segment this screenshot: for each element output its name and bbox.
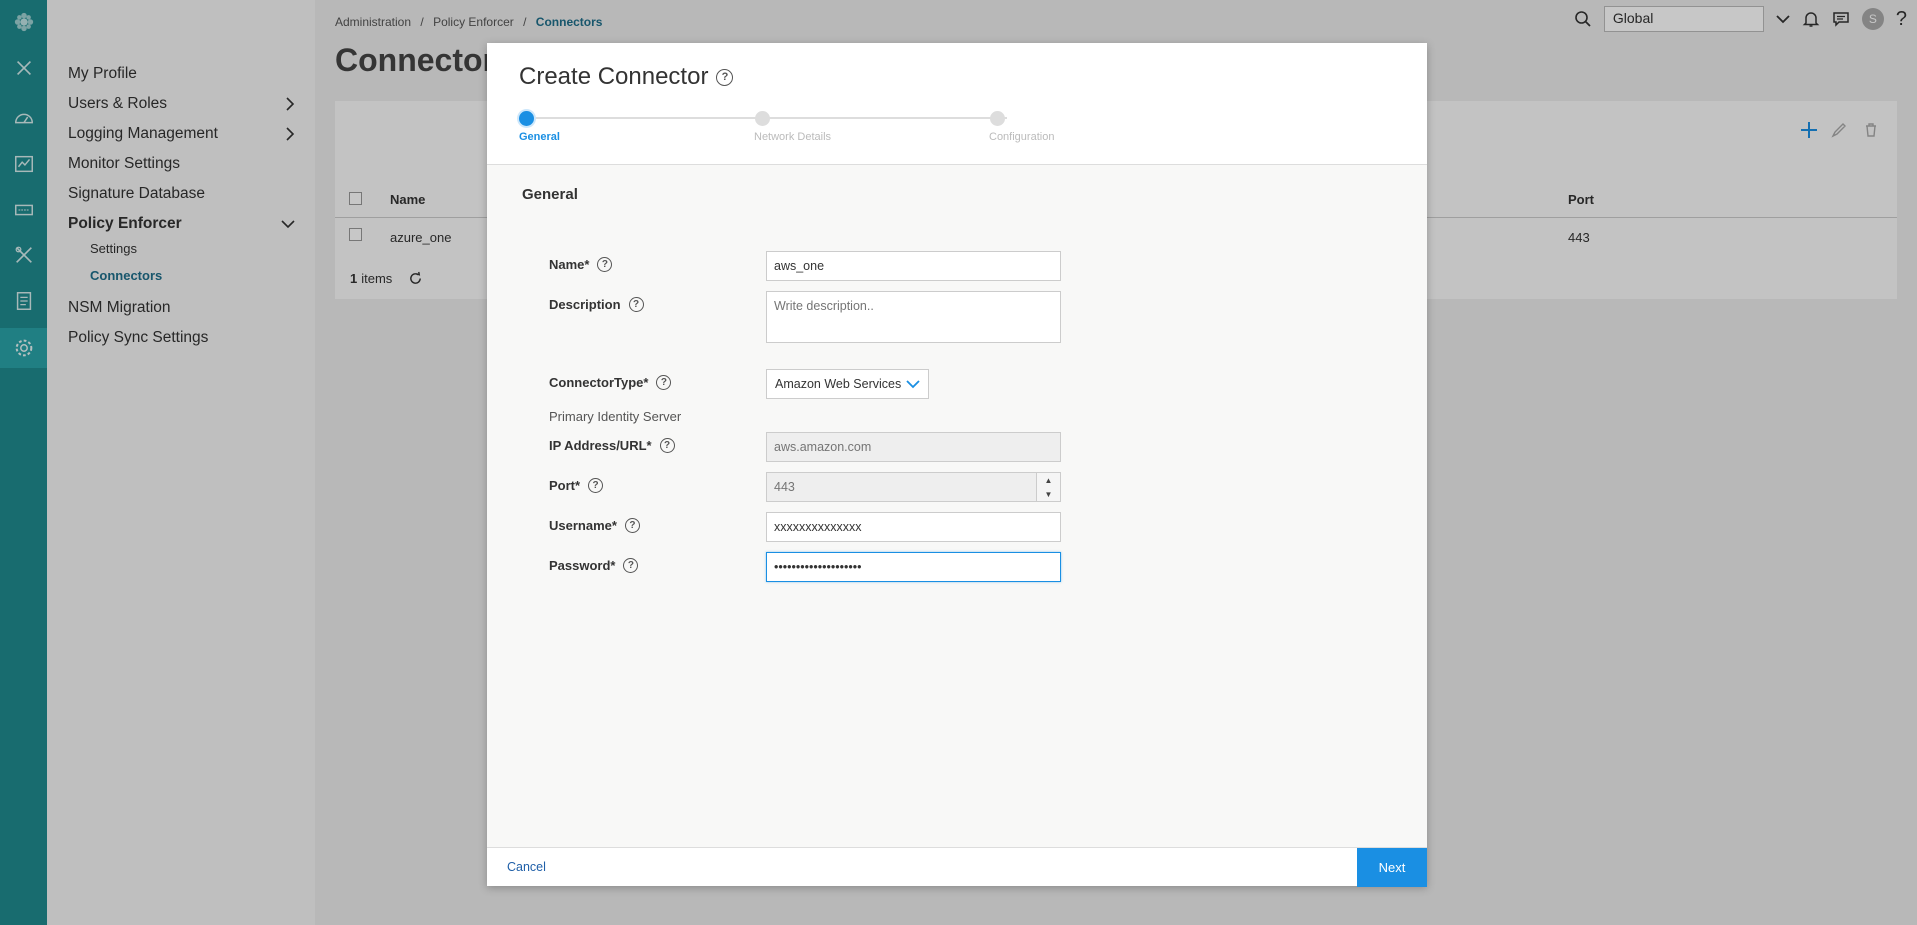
step-label-configuration[interactable]: Configuration [989,131,1054,143]
help-icon[interactable]: ? [588,478,604,493]
spin-down-icon[interactable]: ▼ [1037,487,1060,501]
description-input[interactable] [766,291,1061,343]
connector-type-value: Amazon Web Services [775,377,902,391]
name-input[interactable] [766,251,1061,281]
create-connector-dialog: Create Connector ? General Network Detai… [487,43,1427,887]
dialog-header: Create Connector ? General Network Detai… [487,43,1427,165]
help-icon[interactable]: ? [656,375,672,390]
port-input[interactable] [767,473,1027,501]
next-button[interactable]: Next [1357,848,1427,887]
ip-address-label: IP Address/URL* ? [549,438,675,453]
help-icon[interactable]: ? [716,68,734,86]
connector-type-select[interactable]: Amazon Web Services [766,369,929,399]
port-spinner[interactable]: ▲ ▼ [1036,473,1060,501]
cancel-button[interactable]: Cancel [507,860,546,874]
chevron-down-icon [906,380,920,389]
port-label: Port* ? [549,478,604,493]
step-label-network-details[interactable]: Network Details [754,131,831,143]
dialog-title-text: Create Connector [519,63,709,90]
section-title: General [522,186,578,203]
help-icon[interactable]: ? [659,438,675,453]
name-label: Name* ? [549,257,613,272]
username-input[interactable] [766,512,1061,542]
ip-address-input[interactable] [766,432,1061,462]
step-dot-configuration[interactable] [990,111,1005,126]
dialog-title: Create Connector ? [519,63,734,91]
dialog-footer: Cancel Next [487,847,1427,887]
help-icon[interactable]: ? [624,518,640,533]
step-dot-general[interactable] [519,111,534,126]
port-stepper[interactable]: ▲ ▼ [766,472,1061,502]
spin-up-icon[interactable]: ▲ [1037,473,1060,487]
primary-identity-server-label: Primary Identity Server [549,409,682,424]
step-label-general[interactable]: General [519,131,560,143]
help-icon[interactable]: ? [628,297,644,312]
help-icon[interactable]: ? [623,558,639,573]
step-dot-network-details[interactable] [755,111,770,126]
username-label: Username* ? [549,518,640,533]
help-icon[interactable]: ? [597,257,613,272]
password-label: Password* ? [549,558,639,573]
description-label: Description ? [549,297,644,312]
password-input[interactable] [766,552,1061,582]
connector-type-label: ConnectorType* ? [549,375,672,390]
